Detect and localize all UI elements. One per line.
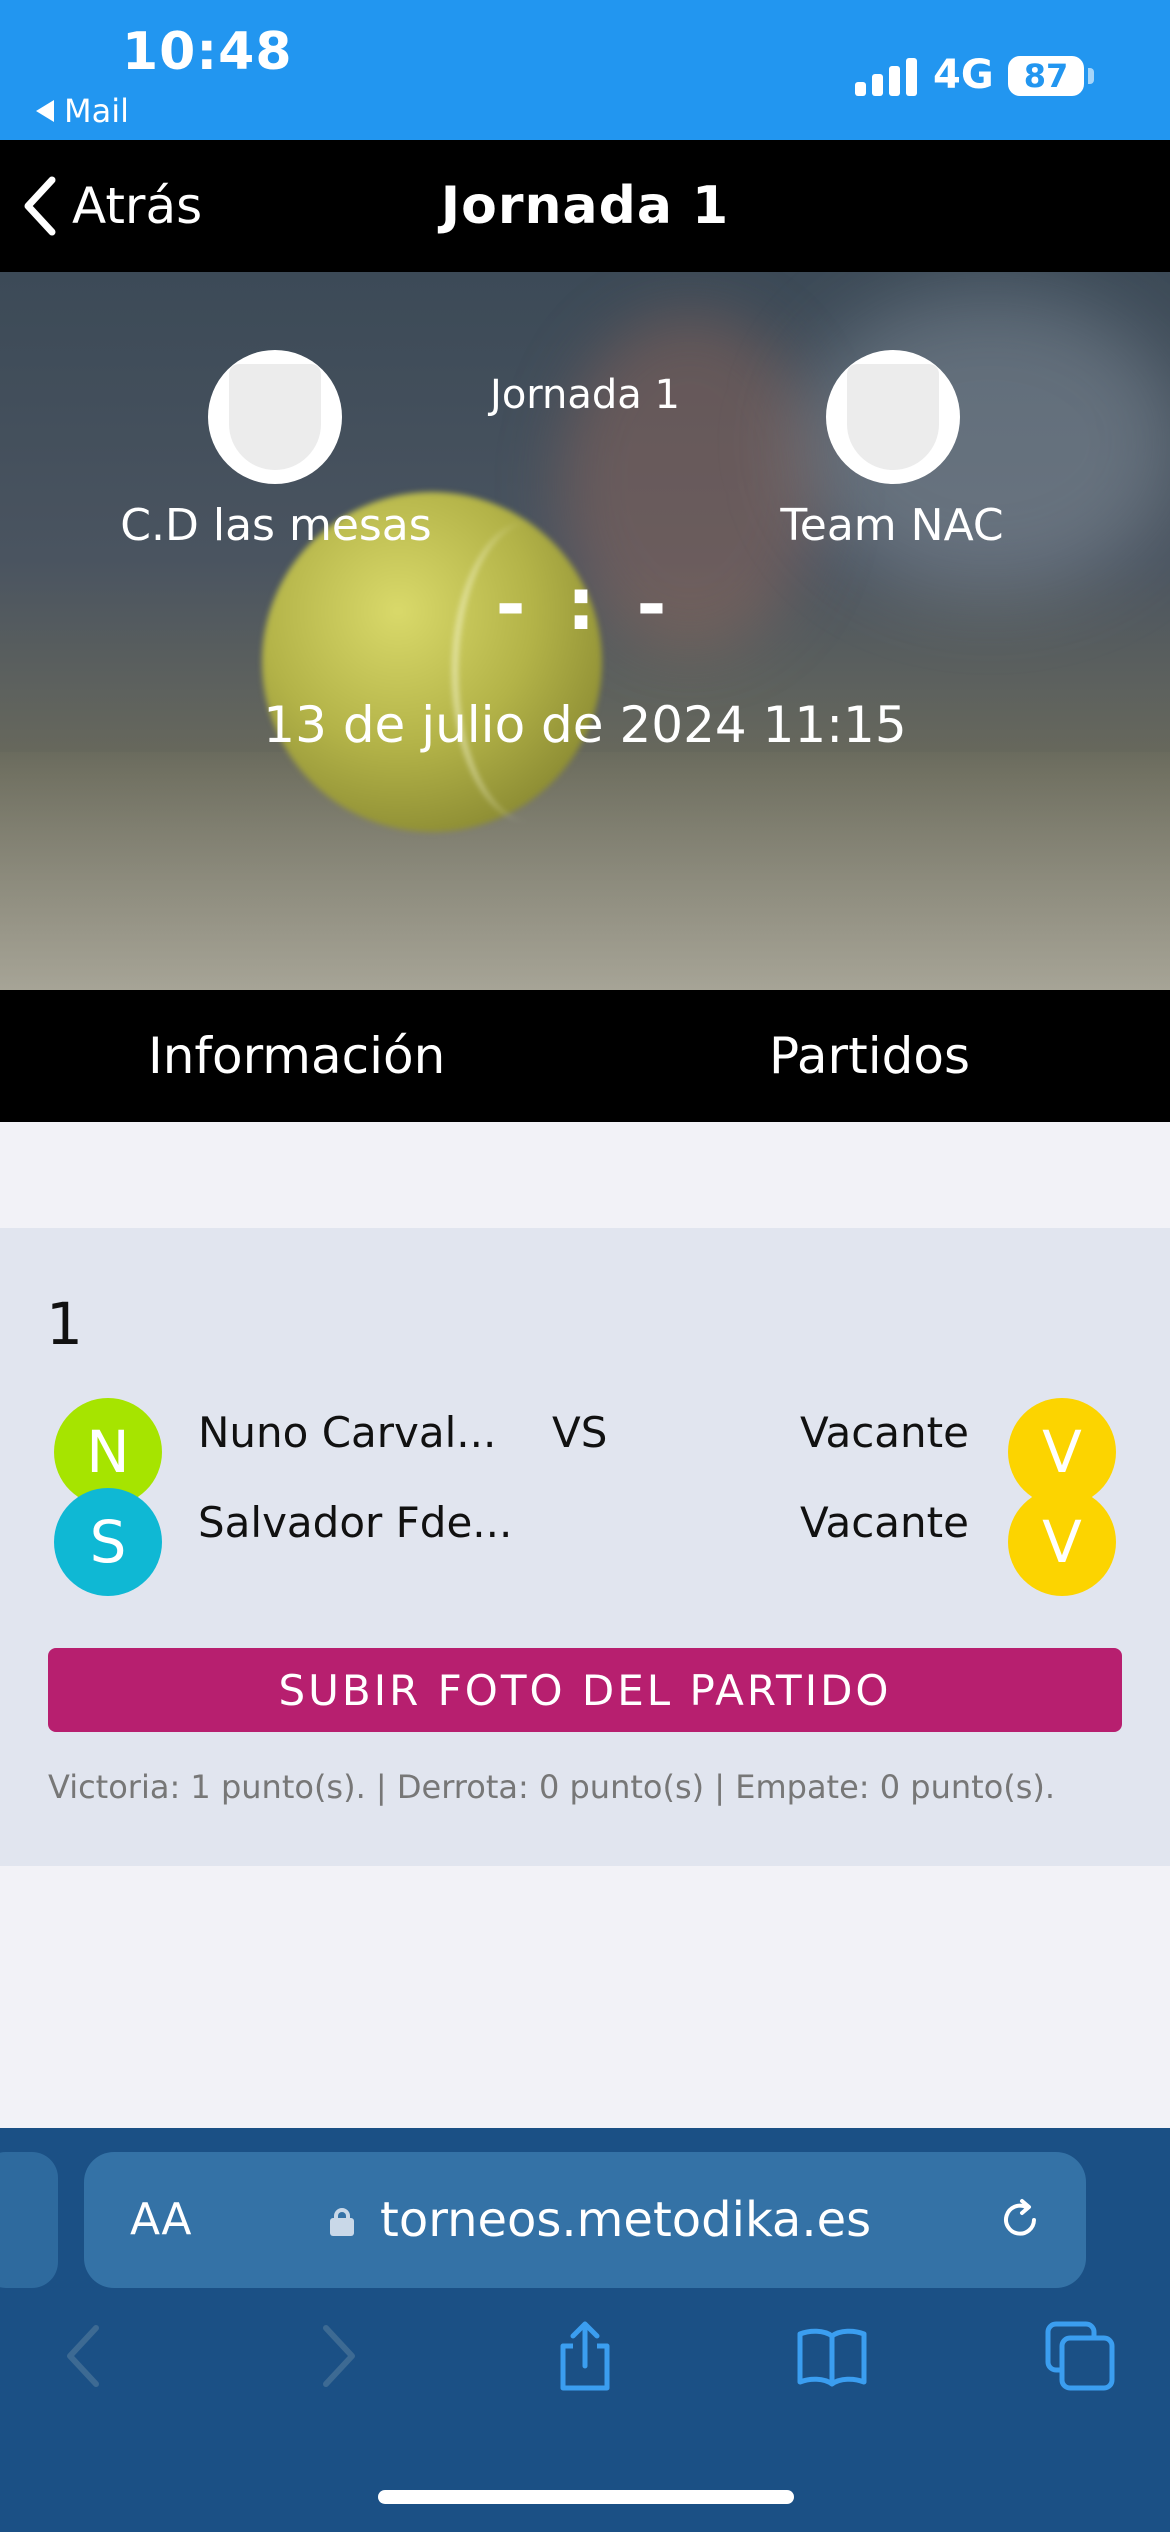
forward-arrow-icon[interactable] <box>300 2320 372 2392</box>
avatar-initial: S <box>89 1508 127 1576</box>
tab-bar: Información Partidos <box>0 990 1170 1122</box>
away-team-logo <box>826 350 960 484</box>
tab-partidos[interactable]: Partidos <box>559 990 1170 1122</box>
round-label: Jornada 1 <box>490 372 680 418</box>
avatar-initial: V <box>1042 1508 1082 1576</box>
match-header: C.D las mesas Jornada 1 Team NAC - : - 1… <box>0 272 1170 990</box>
avatar: V <box>1008 1488 1116 1596</box>
tabs-icon[interactable] <box>1044 2320 1116 2392</box>
match-date: 13 de julio de 2024 11:15 <box>263 696 907 754</box>
reload-icon[interactable] <box>996 2196 1044 2244</box>
home-team-logo <box>208 350 342 484</box>
cellular-signal-icon <box>855 56 917 96</box>
match-number: 1 <box>46 1290 83 1358</box>
away-player-name: Vacante <box>800 1498 969 1547</box>
home-team-name: C.D las mesas <box>120 500 432 551</box>
match-card: 1 N Nuno Carval... VS Vacante V S Salvad… <box>0 1228 1170 1866</box>
avatar: S <box>54 1488 162 1596</box>
back-arrow-icon[interactable] <box>50 2320 122 2392</box>
bookmarks-icon[interactable] <box>796 2320 868 2392</box>
previous-tab[interactable] <box>0 2152 58 2288</box>
reader-settings-button[interactable]: AA <box>130 2194 191 2245</box>
navigation-bar: Atrás Jornada 1 <box>0 140 1170 272</box>
away-team-name: Team NAC <box>780 500 1004 551</box>
back-app-label: Mail <box>64 92 129 130</box>
page-title: Jornada 1 <box>440 176 730 236</box>
background-court <box>0 752 1170 990</box>
url-text: torneos.metodika.es <box>380 2192 872 2248</box>
tab-informacion[interactable]: Información <box>0 990 559 1122</box>
battery-icon: 87 <box>1008 56 1084 96</box>
shield-icon <box>229 364 321 470</box>
away-player-name: Vacante <box>800 1408 969 1457</box>
scoring-rules: Victoria: 1 punto(s). | Derrota: 0 punto… <box>48 1768 1056 1806</box>
status-bar: 10:48 Mail 4G 87 <box>0 0 1170 140</box>
back-triangle-icon <box>36 100 54 122</box>
back-to-mail[interactable]: Mail <box>36 92 129 130</box>
aa-label: AA <box>130 2194 192 2245</box>
network-type: 4G <box>933 52 994 98</box>
home-indicator[interactable] <box>378 2490 794 2504</box>
avatar-initial: V <box>1042 1418 1082 1486</box>
home-player-name: Nuno Carval... <box>198 1408 497 1457</box>
avatar-initial: N <box>86 1418 130 1486</box>
address-bar[interactable]: AA torneos.metodika.es <box>84 2152 1086 2288</box>
score: - : - <box>495 562 675 646</box>
status-time: 10:48 <box>122 22 293 82</box>
upload-photo-button[interactable]: SUBIR FOTO DEL PARTIDO <box>48 1648 1122 1732</box>
battery-cap <box>1088 68 1094 84</box>
versus-label: VS <box>552 1408 608 1457</box>
lock-icon <box>330 2208 354 2236</box>
share-icon[interactable] <box>549 2320 621 2392</box>
home-player-name: Salvador Fde... <box>198 1498 513 1547</box>
shield-icon <box>847 364 939 470</box>
